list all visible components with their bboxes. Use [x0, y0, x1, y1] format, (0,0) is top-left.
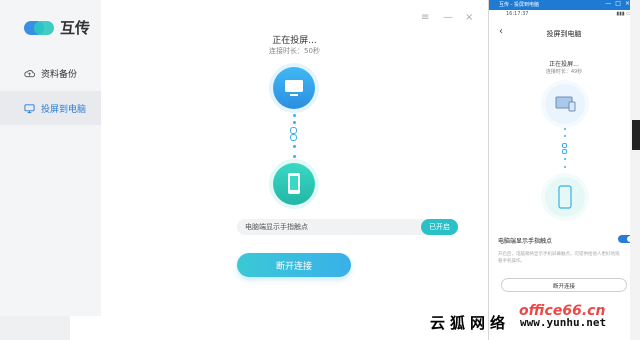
- maximize-icon[interactable]: □: [615, 0, 625, 7]
- computer-circle: [273, 67, 315, 109]
- phone-phone-circle: [545, 177, 585, 217]
- phone-mirror-window: 互传 - 投屏到电脑 —□× 16:17:37 ▮▮▮ ▭ ‹ 投屏到电脑 正在…: [488, 0, 639, 340]
- connector-dot: [293, 114, 296, 117]
- connector-dot: [293, 155, 296, 158]
- touch-display-label: 电脑端显示手指触点: [245, 223, 308, 231]
- touch-display-setting: 电脑端显示手指触点 已开启: [237, 219, 458, 235]
- background-block: [0, 316, 70, 340]
- signal-icon: ▮▮▮ ▭: [616, 11, 631, 17]
- sidebar-item-backup[interactable]: 资料备份: [0, 56, 101, 90]
- status-title: 正在投屏...: [272, 36, 317, 46]
- phone-disconnect-button[interactable]: 断开连接: [501, 278, 627, 292]
- link-icon: [562, 149, 567, 154]
- cloud-icon: [24, 69, 35, 77]
- logo-text: 互传: [60, 19, 91, 37]
- monitor-icon: [555, 96, 576, 112]
- phone-connection-time: 连接时长：49秒: [545, 69, 583, 75]
- connector-dot: [564, 135, 566, 137]
- monitor-icon: [285, 80, 303, 96]
- phone-circle: [273, 163, 315, 205]
- phone-statusbar: 16:17:37 ▮▮▮ ▭: [489, 10, 639, 20]
- right-edge-strip: [630, 0, 640, 340]
- phone-window-title: 互传 - 投屏到电脑: [499, 2, 539, 8]
- connector-dot: [293, 121, 296, 124]
- phone-setting-description: 开启后，电脑端将显示手机屏幕触点，可提供给他人更好地观看手机操作。: [498, 252, 620, 264]
- watermark-text: 云狐网络: [430, 314, 511, 332]
- watermark-url: www.yunhu.net: [520, 316, 607, 329]
- link-icon: [290, 127, 297, 134]
- connector-dot: [564, 128, 566, 130]
- app-logo: 互传: [24, 17, 90, 38]
- touch-display-toggle[interactable]: 已开启: [421, 219, 458, 235]
- sidebar: 互传 资料备份 投屏到电脑: [0, 0, 101, 316]
- main-window: 互传 资料备份 投屏到电脑 ≡ — × 正在投屏... 连接时长：50秒 电脑端…: [0, 0, 488, 316]
- logo-icon: [24, 18, 54, 38]
- main-content: 正在投屏... 连接时长：50秒 电脑端显示手指触点 已开启 断开连接: [101, 0, 488, 316]
- sidebar-item-mirror[interactable]: 投屏到电脑: [0, 91, 101, 125]
- connector-dot: [293, 145, 296, 148]
- phone-computer-circle: [545, 84, 585, 124]
- phone-window-titlebar: 互传 - 投屏到电脑 —□×: [489, 0, 639, 10]
- connection-time: 连接时长：50秒: [269, 47, 320, 55]
- disconnect-button[interactable]: 断开连接: [237, 253, 351, 277]
- link-icon: [562, 143, 567, 148]
- phone-clock: 16:17:37: [506, 11, 529, 17]
- connector-dot: [564, 158, 566, 160]
- edge-mark: [632, 120, 640, 150]
- link-icon: [290, 134, 297, 141]
- phone-icon: [288, 173, 300, 194]
- monitor-icon: [24, 103, 35, 113]
- phone-status-title: 正在投屏...: [549, 61, 579, 68]
- sidebar-item-label: 资料备份: [41, 69, 78, 80]
- minimize-icon[interactable]: —: [605, 0, 615, 7]
- phone-icon: [558, 185, 572, 209]
- sidebar-item-label: 投屏到电脑: [41, 104, 87, 115]
- phone-header-title: 投屏到电脑: [546, 30, 582, 38]
- connector-dot: [564, 166, 566, 168]
- phone-touch-display-label: 电脑端显示手指触点: [498, 238, 553, 245]
